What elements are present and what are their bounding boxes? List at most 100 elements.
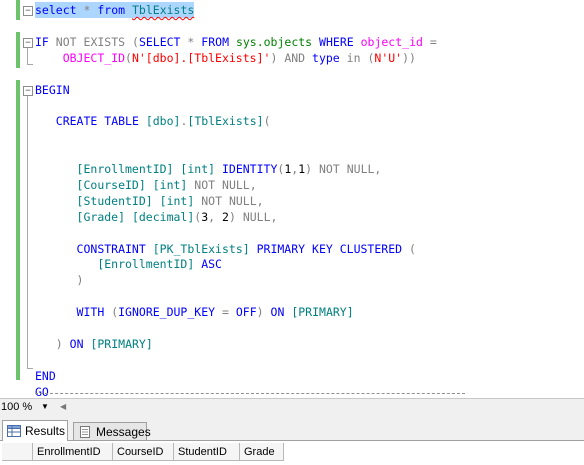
code-token: )) xyxy=(402,50,416,65)
grid-corner-cell[interactable] xyxy=(2,443,33,461)
editor-status-bar: 100 % ▼ ◀ xyxy=(0,398,584,416)
zoom-value: 100 % xyxy=(1,401,33,413)
code-token: sys.objects xyxy=(235,34,313,49)
end-separator xyxy=(35,393,465,394)
horizontal-scrollbar[interactable] xyxy=(72,401,584,413)
code-token: NOT xyxy=(201,193,222,208)
code-token: N'[dbo].[TblExists]' xyxy=(131,50,271,65)
code-token: [CourseID] xyxy=(76,177,146,192)
code-token: CONSTRAINT xyxy=(76,241,146,256)
code-token: ) xyxy=(256,305,264,320)
code-token: [TblExists] xyxy=(187,114,264,129)
code-token: CLUSTERED xyxy=(339,241,403,256)
code-line: [EnrollmentID] ASC xyxy=(35,256,222,272)
code-token: ASC xyxy=(201,257,222,272)
code-token: AND xyxy=(284,50,306,65)
code-line: BEGIN xyxy=(35,82,70,98)
tab-messages[interactable]: Messages xyxy=(73,422,151,440)
tab-results-label: Results xyxy=(25,424,66,438)
code-line: CONSTRAINT [PK_TblExists] PRIMARY KEY CL… xyxy=(35,241,416,257)
code-line: select * from TblExists xyxy=(35,2,195,18)
code-token: NULL xyxy=(228,193,257,208)
fold-guide xyxy=(27,48,28,64)
code-token: FROM xyxy=(201,34,229,49)
code-token: ON xyxy=(270,305,285,320)
code-line: [EnrollmentID] [int] IDENTITY(1,1) NOT N… xyxy=(35,161,382,177)
document-icon xyxy=(80,426,90,438)
column-header[interactable]: Grade xyxy=(240,443,284,461)
fold-guide xyxy=(27,368,33,369)
code-token: , xyxy=(374,162,382,176)
code-token: IGNORE_DUP_KEY xyxy=(118,305,216,320)
code-token: NOT xyxy=(194,177,216,192)
chevron-down-icon[interactable]: ▼ xyxy=(41,400,49,414)
code-token: CREATE xyxy=(55,114,98,129)
code-token: [EnrollmentID] xyxy=(76,162,174,176)
code-token: [int] xyxy=(180,162,216,176)
tab-messages-label: Messages xyxy=(96,425,151,439)
sql-editor[interactable]: − − − select * from TblExists IF NOT EXIS… xyxy=(0,0,584,398)
code-token: [StudentID] xyxy=(76,193,153,208)
zoom-dropdown[interactable]: 100 % ▼ xyxy=(1,400,59,414)
code-token: select xyxy=(35,3,77,17)
code-token: OFF xyxy=(235,305,257,320)
results-grid[interactable]: EnrollmentID CourseID StudentID Grade xyxy=(0,441,584,465)
code-token: ) xyxy=(76,273,84,288)
editor-gutter xyxy=(0,0,20,398)
code-token: ( xyxy=(125,50,132,65)
collapse-icon[interactable]: − xyxy=(23,86,33,96)
code-token: [PK_TblExists] xyxy=(152,241,250,256)
code-line: ) ON [PRIMARY] xyxy=(35,336,153,352)
code-token: ) xyxy=(228,209,236,224)
code-line: IF NOT EXISTS (SELECT * FROM sys.objects… xyxy=(35,34,437,50)
collapse-icon[interactable]: − xyxy=(23,6,33,16)
code-token: WHERE xyxy=(319,34,354,49)
fold-guide xyxy=(27,96,28,368)
tab-results[interactable]: Results xyxy=(2,420,68,441)
code-token: NULL xyxy=(242,209,271,224)
code-token: in xyxy=(346,50,361,65)
code-token: [EnrollmentID] xyxy=(97,257,195,272)
code-token: IDENTITY xyxy=(221,162,278,176)
column-header[interactable]: CourseID xyxy=(113,443,174,461)
column-header[interactable]: EnrollmentID xyxy=(33,443,113,461)
code-token: END xyxy=(35,368,56,383)
code-token: GO xyxy=(35,384,49,398)
code-token: ON xyxy=(69,336,84,351)
collapse-icon[interactable]: − xyxy=(23,38,33,48)
results-tab-strip: Results Messages xyxy=(0,416,584,441)
code-line: [CourseID] [int] NOT NULL, xyxy=(35,177,257,193)
code-line: WITH (IGNORE_DUP_KEY = OFF) ON [PRIMARY] xyxy=(35,304,354,320)
code-token: from xyxy=(97,3,126,17)
code-line: [StudentID] [int] NOT NULL, xyxy=(35,193,264,209)
scroll-left-icon[interactable]: ◀ xyxy=(60,402,66,411)
code-token: NOT xyxy=(319,162,340,176)
code-token: = xyxy=(429,34,437,49)
code-token: , xyxy=(249,177,257,192)
code-token: BEGIN xyxy=(35,82,70,97)
column-header[interactable]: StudentID xyxy=(174,443,240,461)
code-token: [dbo] xyxy=(145,114,181,129)
